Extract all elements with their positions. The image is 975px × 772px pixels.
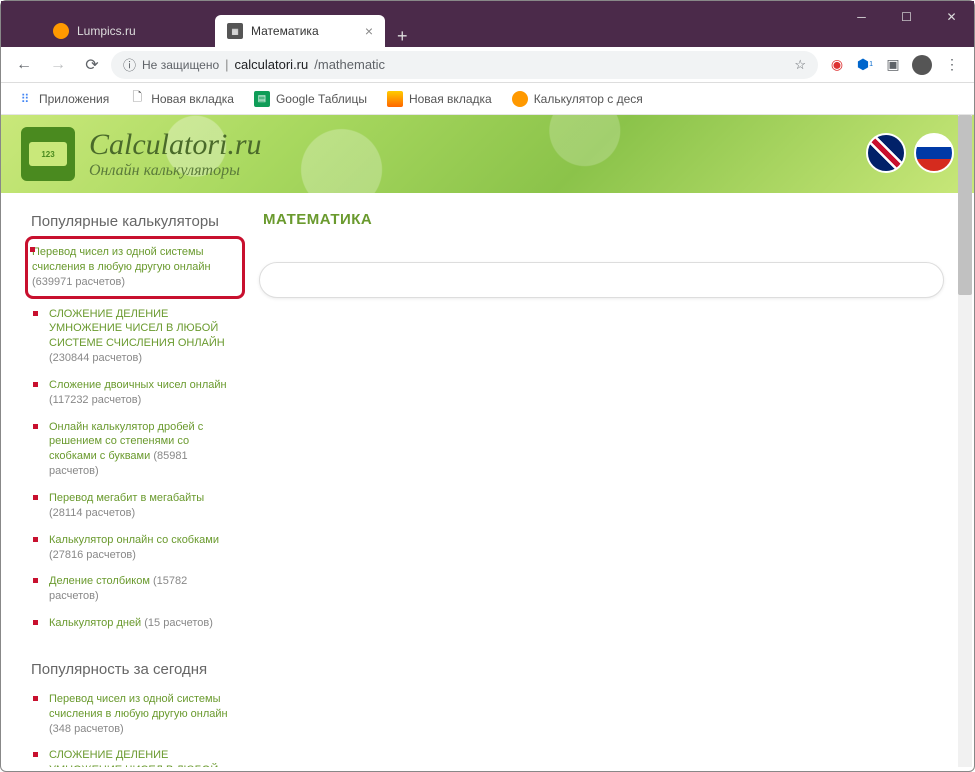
sidebar-count: (28114 расчетов) xyxy=(49,507,135,519)
sidebar-item: Деление столбиком (15782 расчетов) xyxy=(31,570,239,612)
sidebar-link[interactable]: СЛОЖЕНИЕ ДЕЛЕНИЕ УМНОЖЕНИЕ ЧИСЕЛ В ЛЮБОЙ… xyxy=(49,749,225,767)
sidebar-count: (117232 расчетов) xyxy=(49,394,141,406)
page-heading: МАТЕМАТИКА xyxy=(263,211,944,228)
sidebar-heading-today: Популярность за сегодня xyxy=(31,661,239,678)
url-path: /mathematic xyxy=(314,57,385,72)
site-title: Calculatori.ru xyxy=(89,128,262,162)
sidebar-item: Перевод чисел из одной системы счисления… xyxy=(31,688,239,745)
sidebar-item: СЛОЖЕНИЕ ДЕЛЕНИЕ УМНОЖЕНИЕ ЧИСЕЛ В ЛЮБОЙ… xyxy=(31,744,239,767)
sidebar-link[interactable]: Калькулятор дней (15 расчетов) xyxy=(49,617,213,629)
image-icon xyxy=(387,91,403,107)
sidebar-item: СЛОЖЕНИЕ ДЕЛЕНИЕ УМНОЖЕНИЕ ЧИСЕЛ В ЛЮБОЙ… xyxy=(31,303,239,374)
main-column: МАТЕМАТИКА xyxy=(259,205,944,767)
back-button[interactable]: ← xyxy=(9,50,39,80)
bookmark-label: Google Таблицы xyxy=(276,92,367,106)
sidebar-count: (15782 расчетов) xyxy=(49,575,187,602)
new-tab-button[interactable]: + xyxy=(389,26,416,47)
address-bar: ← → ⟳ ⓘ Не защищено | calculatori.ru/mat… xyxy=(1,47,974,83)
flag-uk-icon[interactable] xyxy=(866,133,906,173)
sidebar-item: Онлайн калькулятор дробей с решением со … xyxy=(31,416,239,487)
extension-icon[interactable]: ⬢1 xyxy=(856,56,874,74)
tab-title: Математика xyxy=(251,24,319,38)
profile-avatar[interactable] xyxy=(912,55,932,75)
sidebar-list-popular: Перевод чисел из одной системы счисления… xyxy=(31,236,239,639)
menu-button[interactable]: ⋮ xyxy=(942,56,960,74)
sidebar-list-today: Перевод чисел из одной системы счисления… xyxy=(31,688,239,767)
sidebar-count: (85981 расчетов) xyxy=(49,450,188,477)
sidebar-link[interactable]: Калькулятор онлайн со скобками (27816 ра… xyxy=(49,534,219,561)
language-switcher xyxy=(866,133,954,173)
maximize-button[interactable]: ☐ xyxy=(884,1,929,33)
extension-icon[interactable]: ▣ xyxy=(884,56,902,74)
bookmark-item[interactable]: Новая вкладка xyxy=(379,87,500,111)
calculator-icon: 123 xyxy=(29,142,67,166)
site-logo[interactable]: 123 xyxy=(21,127,75,181)
toolbar-icons: ◉ ⬢1 ▣ ⋮ xyxy=(822,55,966,75)
sidebar-count: (348 расчетов) xyxy=(49,723,124,735)
bookmark-item[interactable]: 🗋 Новая вкладка xyxy=(121,87,242,111)
close-icon[interactable]: × xyxy=(365,23,373,39)
minimize-button[interactable]: ─ xyxy=(839,1,884,33)
orange-icon xyxy=(512,91,528,107)
bookmark-apps[interactable]: ⠿ Приложения xyxy=(9,87,117,111)
sidebar-link[interactable]: Онлайн калькулятор дробей с решением со … xyxy=(49,421,203,478)
sidebar-heading-popular: Популярные калькуляторы xyxy=(31,213,239,230)
vertical-scrollbar[interactable] xyxy=(958,115,972,767)
security-label: Не защищено xyxy=(142,58,219,72)
sidebar-item: Калькулятор онлайн со скобками (27816 ра… xyxy=(31,529,239,571)
reload-button[interactable]: ⟳ xyxy=(77,50,107,80)
url-host: calculatori.ru xyxy=(235,57,309,72)
search-or-content-box[interactable] xyxy=(259,262,944,298)
bookmark-label: Калькулятор с деся xyxy=(534,92,643,106)
extension-icon[interactable]: ◉ xyxy=(828,56,846,74)
browser-tabs-row: Lumpics.ru ▦ Математика × + ─ ☐ ✕ xyxy=(1,9,974,47)
sidebar-link[interactable]: Перевод чисел из одной системы счисления… xyxy=(32,246,211,288)
sheets-icon: ▤ xyxy=(254,91,270,107)
sidebar-count: (15 расчетов) xyxy=(144,617,213,629)
sidebar-count: (639971 расчетов) xyxy=(32,276,125,288)
bookmark-star-icon[interactable]: ☆ xyxy=(794,57,806,73)
sidebar-item: Перевод мегабит в мегабайты (28114 расче… xyxy=(31,487,239,529)
sidebar-count: (27816 расчетов) xyxy=(49,549,136,561)
sidebar-item: Сложение двоичных чисел онлайн (117232 р… xyxy=(31,374,239,416)
window-controls: ─ ☐ ✕ xyxy=(839,1,974,33)
bookmarks-bar: ⠿ Приложения 🗋 Новая вкладка ▤ Google Та… xyxy=(1,83,974,115)
tab-mathematics[interactable]: ▦ Математика × xyxy=(215,15,385,47)
bookmark-label: Приложения xyxy=(39,92,109,106)
sidebar-count: (230844 расчетов) xyxy=(49,352,142,364)
url-field[interactable]: ⓘ Не защищено | calculatori.ru/mathemati… xyxy=(111,51,818,79)
site-header: 123 Calculatori.ru Онлайн калькуляторы xyxy=(1,115,974,193)
sidebar-link[interactable]: Деление столбиком (15782 расчетов) xyxy=(49,575,187,602)
favicon-icon: ▦ xyxy=(227,23,243,39)
close-button[interactable]: ✕ xyxy=(929,1,974,33)
favicon-icon xyxy=(53,23,69,39)
sidebar-item: Перевод чисел из одной системы счисления… xyxy=(25,236,245,299)
scrollbar-thumb[interactable] xyxy=(958,115,972,295)
info-icon: ⓘ xyxy=(123,55,136,74)
sidebar-link[interactable]: Перевод чисел из одной системы счисления… xyxy=(49,693,228,735)
sidebar: Популярные калькуляторы Перевод чисел из… xyxy=(31,205,239,767)
bookmark-item[interactable]: ▤ Google Таблицы xyxy=(246,87,375,111)
tab-lumpics[interactable]: Lumpics.ru xyxy=(41,15,211,47)
site-subtitle: Онлайн калькуляторы xyxy=(89,162,262,180)
sidebar-link[interactable]: СЛОЖЕНИЕ ДЕЛЕНИЕ УМНОЖЕНИЕ ЧИСЕЛ В ЛЮБОЙ… xyxy=(49,308,225,365)
window-titlebar xyxy=(1,1,974,9)
tab-title: Lumpics.ru xyxy=(77,24,136,38)
bookmark-label: Новая вкладка xyxy=(151,92,234,106)
page-icon: 🗋 xyxy=(129,91,145,107)
flag-ru-icon[interactable] xyxy=(914,133,954,173)
forward-button[interactable]: → xyxy=(43,50,73,80)
page-content: 123 Calculatori.ru Онлайн калькуляторы П… xyxy=(1,115,974,767)
sidebar-link[interactable]: Сложение двоичных чисел онлайн (117232 р… xyxy=(49,379,227,406)
sidebar-link[interactable]: Перевод мегабит в мегабайты (28114 расче… xyxy=(49,492,204,519)
bookmark-item[interactable]: Калькулятор с деся xyxy=(504,87,651,111)
sidebar-item: Калькулятор дней (15 расчетов) xyxy=(31,612,239,639)
bookmark-label: Новая вкладка xyxy=(409,92,492,106)
apps-icon: ⠿ xyxy=(17,91,33,107)
